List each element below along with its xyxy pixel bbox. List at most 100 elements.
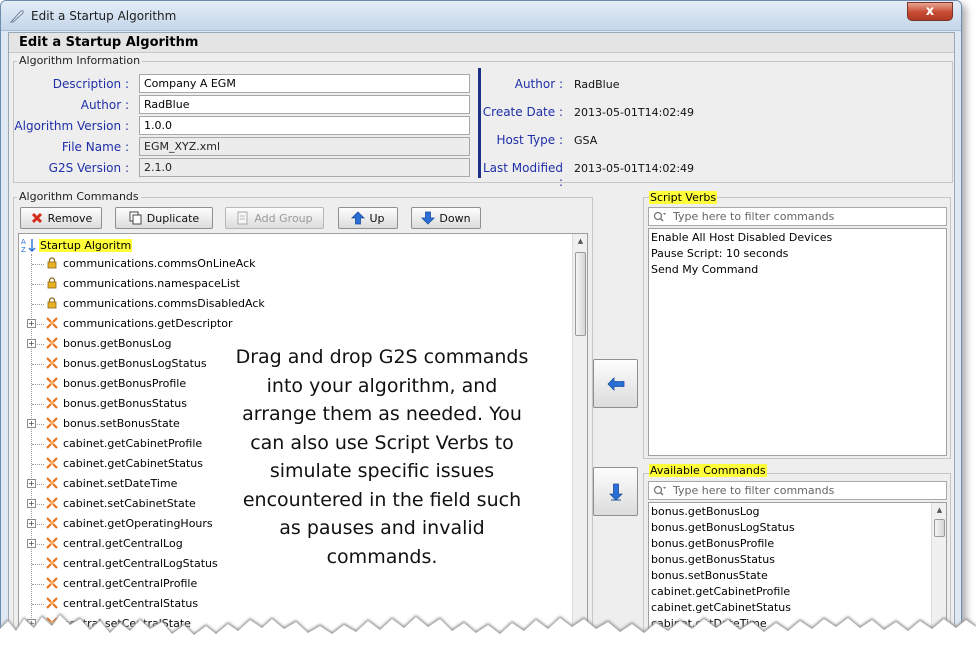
available-command-item[interactable]: bonus.getBonusLogStatus xyxy=(651,521,795,537)
remove-button-label: Remove xyxy=(47,211,93,225)
dialog-heading: Edit a Startup Algorithm xyxy=(19,35,199,50)
app-feather-icon xyxy=(9,10,24,23)
lock-icon xyxy=(47,297,57,309)
add-available-command-button[interactable] xyxy=(593,467,638,516)
tree-item-label: bonus.getBonusLogStatus xyxy=(63,357,207,370)
tree-connector xyxy=(32,584,44,585)
expand-plus-icon[interactable]: + xyxy=(27,539,36,548)
annotation-line: simulate specific issues xyxy=(269,460,495,482)
remove-button[interactable]: Remove xyxy=(20,207,102,229)
down-button-label: Down xyxy=(439,211,471,225)
annotation-line: Drag and drop G2S commands xyxy=(235,346,529,368)
available-command-item[interactable]: bonus.getBonusStatus xyxy=(651,553,775,569)
info-field-input: EGM_XYZ.xml xyxy=(139,137,470,156)
info-detail-label: Last Modified : xyxy=(482,161,563,189)
info-field-input[interactable]: RadBlue xyxy=(139,95,470,114)
tree-connector xyxy=(32,564,44,565)
tree-item-label: communications.commsDisabledAck xyxy=(63,297,265,310)
duplicate-icon xyxy=(129,211,142,225)
search-icon xyxy=(653,485,666,496)
script-verb-item[interactable]: Pause Script: 10 seconds xyxy=(651,247,788,263)
tree-item-label: central.getCentralLog xyxy=(63,537,183,550)
info-detail-value: 2013-05-01T14:02:49 xyxy=(574,162,695,175)
available-command-item[interactable]: cabinet.getCabinetProfile xyxy=(651,585,790,601)
available-commands-filter-placeholder: Type here to filter commands xyxy=(673,484,835,497)
command-icon xyxy=(46,497,58,509)
script-verbs-filter-placeholder: Type here to filter commands xyxy=(673,210,835,223)
svg-text:Z: Z xyxy=(21,246,26,253)
tree-root[interactable]: A Z Startup Algoritm xyxy=(21,237,133,253)
arrow-left-icon xyxy=(606,376,624,391)
script-verbs-list[interactable]: Enable All Host Disabled Devices Pause Sc… xyxy=(648,228,947,456)
script-verb-item[interactable]: Enable All Host Disabled Devices xyxy=(651,231,832,247)
available-command-item[interactable]: bonus.getBonusProfile xyxy=(651,537,774,553)
scroll-up-arrow-icon[interactable]: ▲ xyxy=(932,503,946,518)
command-icon xyxy=(46,457,58,469)
tree-item-label: central.getCentralLogStatus xyxy=(63,557,218,570)
tree-item[interactable]: central.getCentralProfile xyxy=(19,574,569,594)
tree-item-label: central.getCentralProfile xyxy=(63,577,198,590)
expand-plus-icon[interactable]: + xyxy=(27,499,36,508)
info-field-input[interactable]: Company A EGM xyxy=(139,74,470,93)
up-button-label: Up xyxy=(369,211,385,225)
command-icon xyxy=(46,417,58,429)
info-field-input[interactable]: 1.0.0 xyxy=(139,116,470,135)
svg-text:A: A xyxy=(21,238,26,246)
tree-connector xyxy=(32,404,44,405)
down-button[interactable]: Down xyxy=(411,207,481,229)
tree-connector xyxy=(32,384,44,385)
command-icon xyxy=(46,477,58,489)
scroll-up-arrow-icon[interactable]: ▲ xyxy=(573,234,587,249)
tree-item[interactable]: communications.namespaceList xyxy=(19,274,569,294)
dialog-client-area: Edit a Startup Algorithm Algorithm Infor… xyxy=(8,32,955,667)
add-script-verb-button[interactable] xyxy=(593,359,638,408)
tree-item[interactable]: + communications.getDescriptor xyxy=(19,314,569,334)
tree-connector xyxy=(37,424,44,425)
up-button[interactable]: Up xyxy=(338,207,398,229)
script-verbs-filter-input[interactable]: Type here to filter commands xyxy=(648,207,947,226)
expand-plus-icon[interactable]: + xyxy=(27,519,36,528)
duplicate-button-label: Duplicate xyxy=(146,211,200,225)
info-detail-label: Host Type : xyxy=(496,133,563,147)
command-icon xyxy=(46,317,58,329)
tree-item-label: cabinet.getCabinetStatus xyxy=(63,457,204,470)
lock-icon xyxy=(47,257,57,269)
sort-az-icon: A Z xyxy=(21,238,36,253)
window-title: Edit a Startup Algorithm xyxy=(31,9,177,23)
tree-scroll-thumb[interactable] xyxy=(575,252,586,336)
tree-item-label: bonus.getBonusProfile xyxy=(63,377,187,390)
tree-item[interactable]: communications.commsOnLineAck xyxy=(19,254,569,274)
tree-connector xyxy=(32,264,44,265)
expand-plus-icon[interactable]: + xyxy=(27,479,36,488)
title-bar[interactable]: Edit a Startup Algorithm x xyxy=(1,1,961,31)
remove-x-icon xyxy=(31,212,42,224)
lock-icon xyxy=(47,277,57,289)
available-command-item[interactable]: bonus.getBonusLog xyxy=(651,505,760,521)
tree-connector xyxy=(37,344,44,345)
add-group-button[interactable]: Add Group xyxy=(225,207,324,229)
tree-vertical-scrollbar[interactable]: ▲ xyxy=(572,234,587,667)
script-verb-item[interactable]: Send My Command xyxy=(651,263,758,279)
tree-connector xyxy=(32,444,44,445)
expand-plus-icon[interactable]: + xyxy=(27,319,36,328)
tree-item-label: cabinet.getOperatingHours xyxy=(63,517,213,530)
expand-plus-icon[interactable]: + xyxy=(27,419,36,428)
torn-paper-edge xyxy=(0,613,976,668)
info-field-label: Author : xyxy=(80,98,129,112)
info-field-label: File Name : xyxy=(61,140,129,154)
close-window-button[interactable]: x xyxy=(907,2,953,21)
tree-item[interactable]: communications.commsDisabledAck xyxy=(19,294,569,314)
command-icon xyxy=(46,517,58,529)
available-command-item[interactable]: bonus.setBonusState xyxy=(651,569,768,585)
available-commands-scroll-thumb[interactable] xyxy=(934,519,945,537)
duplicate-button[interactable]: Duplicate xyxy=(115,207,213,229)
arrow-down-icon xyxy=(608,483,623,501)
tree-connector xyxy=(37,504,44,505)
expand-plus-icon[interactable]: + xyxy=(27,339,36,348)
tree-connector xyxy=(32,304,44,305)
command-icon xyxy=(46,357,58,369)
info-field-label: Algorithm Version : xyxy=(14,119,129,133)
command-icon xyxy=(46,397,58,409)
available-commands-filter-input[interactable]: Type here to filter commands xyxy=(648,481,947,500)
search-icon xyxy=(653,211,666,222)
